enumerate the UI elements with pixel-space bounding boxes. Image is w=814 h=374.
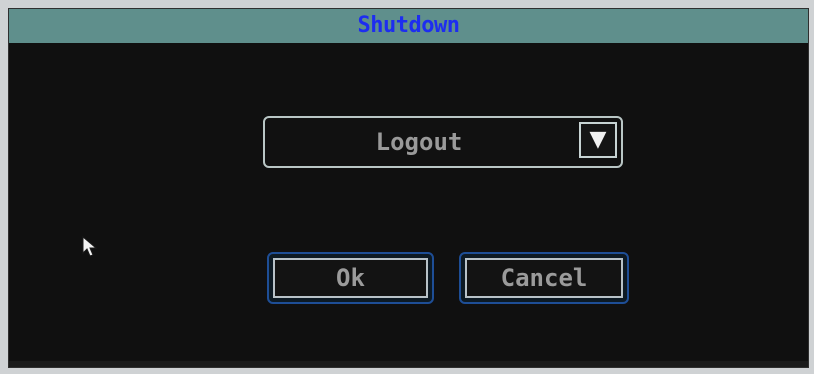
dialog-bottom-edge (9, 361, 808, 367)
shutdown-dialog: Shutdown Logout ▼ Ok Cancel (8, 8, 809, 368)
dialog-title: Shutdown (357, 13, 460, 38)
cancel-button-label: Cancel (465, 258, 623, 298)
title-bar: Shutdown (9, 9, 808, 43)
ok-button[interactable]: Ok (267, 252, 434, 304)
selected-mode-value: Logout (375, 128, 463, 156)
triangle-down-icon: ▼ (589, 126, 607, 152)
shutdown-mode-select[interactable]: Logout ▼ (263, 116, 623, 168)
ok-button-label: Ok (273, 258, 428, 298)
dropdown-button[interactable]: ▼ (579, 122, 617, 158)
cancel-button[interactable]: Cancel (459, 252, 629, 304)
mouse-pointer-icon (82, 235, 98, 257)
